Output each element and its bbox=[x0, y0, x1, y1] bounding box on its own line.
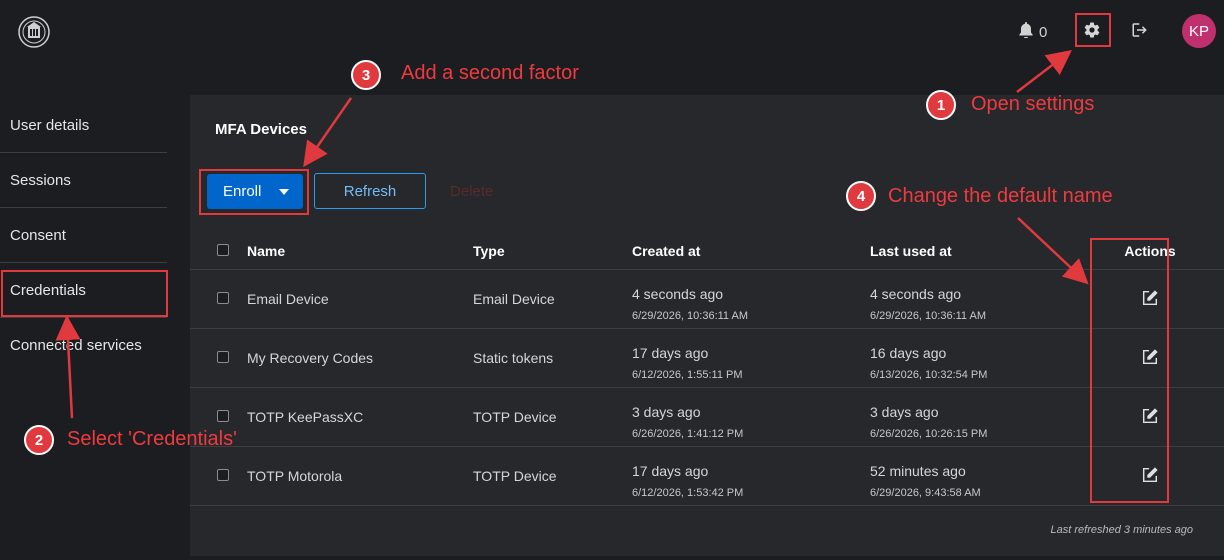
annotation-text-2: Select 'Credentials' bbox=[67, 428, 237, 450]
annotation-text-3: Add a second factor bbox=[401, 62, 579, 84]
annotation-badge-2: 2 bbox=[24, 425, 54, 455]
annotation-badge-1: 1 bbox=[926, 90, 956, 120]
annotation-arrows bbox=[55, 49, 1089, 419]
annotation-text-4: Change the default name bbox=[888, 185, 1113, 207]
annotation-text-1: Open settings bbox=[971, 93, 1095, 115]
annotation-badge-3: 3 bbox=[351, 60, 381, 90]
annotation-badge-4: 4 bbox=[846, 181, 876, 211]
